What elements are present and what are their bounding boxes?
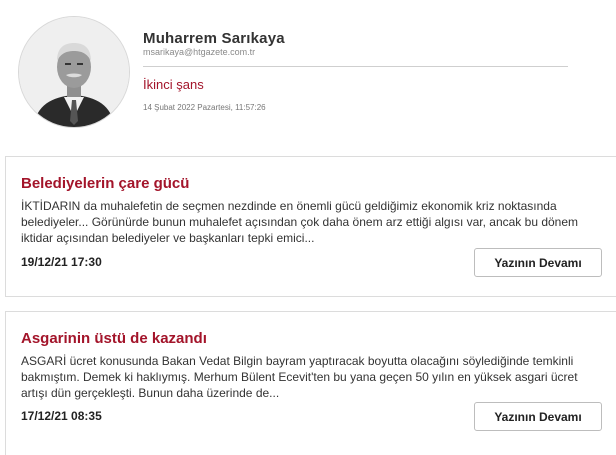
latest-article-link[interactable]: İkinci şans <box>143 77 204 92</box>
author-portrait-icon <box>19 17 129 127</box>
article-title[interactable]: Belediyelerin çare gücü <box>21 175 189 192</box>
author-header: Muharrem Sarıkaya msarikaya@htgazete.com… <box>0 0 616 150</box>
article-card: Asgarinin üstü de kazandı ASGARİ ücret k… <box>5 311 616 455</box>
author-avatar[interactable] <box>18 16 130 128</box>
page: Muharrem Sarıkaya msarikaya@htgazete.com… <box>0 0 616 455</box>
article-card: Belediyelerin çare gücü İKTİDARIN da muh… <box>5 156 616 297</box>
article-title[interactable]: Asgarinin üstü de kazandı <box>21 330 207 347</box>
read-more-button[interactable]: Yazının Devamı <box>474 248 602 277</box>
article-date: 19/12/21 17:30 <box>21 255 102 269</box>
latest-article-date: 14 Şubat 2022 Pazartesi, 11:57:26 <box>143 103 266 112</box>
author-name[interactable]: Muharrem Sarıkaya <box>143 30 285 47</box>
divider <box>143 66 568 67</box>
article-excerpt: İKTİDARIN da muhalefetin de seçmen nezdi… <box>21 199 579 245</box>
author-email[interactable]: msarikaya@htgazete.com.tr <box>143 47 255 57</box>
article-excerpt: ASGARİ ücret konusunda Bakan Vedat Bilgi… <box>21 354 578 400</box>
article-date: 17/12/21 08:35 <box>21 409 102 423</box>
read-more-button[interactable]: Yazının Devamı <box>474 402 602 431</box>
